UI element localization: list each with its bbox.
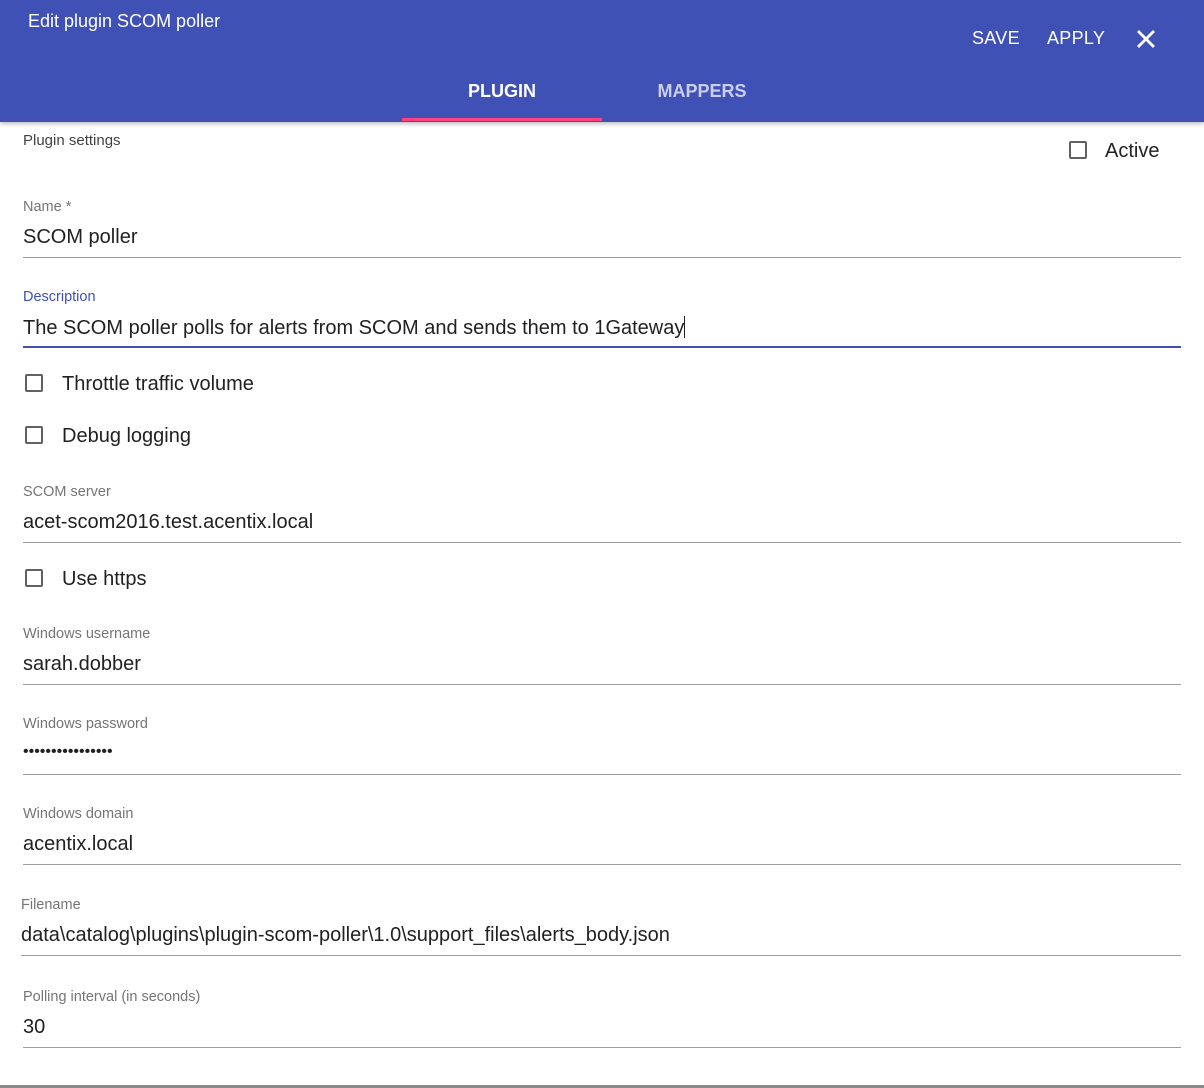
use-https-label: Use https bbox=[62, 568, 147, 590]
description-underline bbox=[23, 346, 1181, 348]
windows-username-label: Windows username bbox=[23, 626, 151, 642]
polling-interval-label: Polling interval (in seconds) bbox=[23, 989, 201, 1005]
windows-password-input[interactable]: •••••••••••••••• bbox=[23, 743, 113, 761]
save-button[interactable]: SAVE bbox=[972, 28, 1020, 49]
scom-server-input[interactable]: acet-scom2016.test.acentix.local bbox=[23, 511, 313, 534]
active-label: Active bbox=[1105, 140, 1160, 162]
debug-logging-checkbox[interactable] bbox=[25, 426, 43, 444]
active-tab-indicator bbox=[402, 118, 602, 121]
active-checkbox[interactable] bbox=[1069, 141, 1087, 159]
apply-button[interactable]: APPLY bbox=[1047, 28, 1105, 49]
close-icon bbox=[1137, 30, 1155, 48]
tab-mappers[interactable]: MAPPERS bbox=[602, 68, 802, 122]
section-title: Plugin settings bbox=[23, 132, 121, 149]
windows-password-underline bbox=[23, 774, 1181, 775]
windows-username-input[interactable]: sarah.dobber bbox=[23, 653, 141, 676]
close-button[interactable] bbox=[1134, 27, 1158, 51]
description-input[interactable]: The SCOM poller polls for alerts from SC… bbox=[23, 316, 686, 340]
name-label: Name * bbox=[23, 199, 72, 215]
description-label: Description bbox=[23, 289, 96, 305]
windows-domain-underline bbox=[23, 864, 1181, 865]
polling-interval-input[interactable]: 30 bbox=[23, 1016, 45, 1039]
dialog-title: Edit plugin SCOM poller bbox=[28, 11, 221, 31]
filename-input[interactable]: data\catalog\plugins\plugin-scom-poller\… bbox=[21, 924, 670, 947]
throttle-label: Throttle traffic volume bbox=[62, 373, 254, 395]
windows-domain-label: Windows domain bbox=[23, 806, 134, 822]
filename-underline bbox=[21, 955, 1181, 956]
polling-interval-underline bbox=[23, 1047, 1181, 1048]
tab-plugin[interactable]: PLUGIN bbox=[402, 68, 602, 122]
description-value: The SCOM poller polls for alerts from SC… bbox=[23, 317, 685, 339]
scom-server-underline bbox=[23, 542, 1181, 543]
name-underline bbox=[23, 257, 1181, 258]
dialog-header: Edit plugin SCOM poller SAVE APPLY PLUGI… bbox=[0, 0, 1204, 122]
throttle-checkbox[interactable] bbox=[25, 374, 43, 392]
name-input[interactable]: SCOM poller bbox=[23, 226, 137, 249]
filename-label: Filename bbox=[21, 897, 81, 913]
use-https-checkbox[interactable] bbox=[25, 569, 43, 587]
windows-domain-input[interactable]: acentix.local bbox=[23, 833, 133, 856]
windows-username-underline bbox=[23, 684, 1181, 685]
windows-password-label: Windows password bbox=[23, 716, 148, 732]
text-caret bbox=[684, 316, 686, 338]
scom-server-label: SCOM server bbox=[23, 484, 111, 500]
debug-logging-label: Debug logging bbox=[62, 425, 191, 447]
